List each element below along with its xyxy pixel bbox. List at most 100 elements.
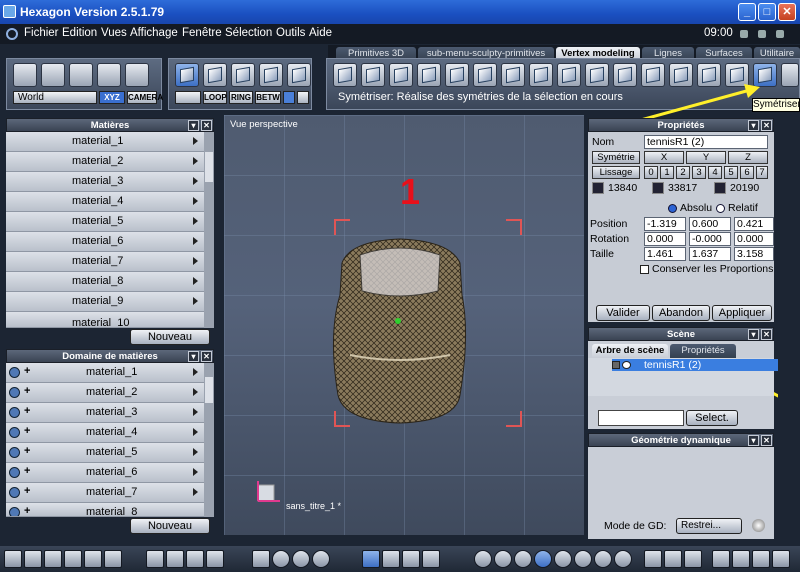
close-icon[interactable]: ✕ [201, 351, 212, 362]
between-button[interactable]: BETW [255, 91, 281, 104]
view-eye-icon[interactable] [312, 550, 330, 568]
split-icon[interactable] [557, 63, 581, 87]
object-mode-icon[interactable] [175, 63, 199, 87]
list-item[interactable]: + material_2 [6, 383, 204, 403]
xyz-button[interactable]: XYZ [99, 91, 125, 104]
sym-y-button[interactable]: Y [686, 151, 726, 164]
viewport-perspective[interactable]: Vue perspective 1 sans_titre_1 * [224, 115, 584, 535]
validate-button[interactable]: Valider [596, 305, 650, 321]
materials-new-button[interactable]: Nouveau [130, 329, 210, 345]
scrollbar[interactable] [204, 132, 214, 328]
zoom-fit-icon[interactable] [252, 550, 270, 568]
list-item[interactable]: + material_8 [6, 503, 204, 517]
tab-scene-tree[interactable]: Arbre de scène [592, 344, 668, 358]
smooth-level-5[interactable]: 5 [724, 166, 738, 179]
settings-icon[interactable] [776, 30, 784, 38]
smooth-level-4[interactable]: 4 [708, 166, 722, 179]
face-mode-icon[interactable] [203, 63, 227, 87]
smoothing-button[interactable]: Lissage [592, 166, 640, 179]
symmetry-button[interactable]: Symétrie [592, 151, 640, 164]
bevel-icon[interactable] [361, 63, 385, 87]
move-icon[interactable] [382, 550, 400, 568]
layout-3-icon[interactable] [44, 550, 62, 568]
rotate-icon[interactable] [402, 550, 420, 568]
cut-icon[interactable] [445, 63, 469, 87]
flat-shade-icon[interactable] [494, 550, 512, 568]
slice-icon[interactable] [473, 63, 497, 87]
keep-proportions-checkbox[interactable] [640, 265, 649, 274]
vertex-mode-icon[interactable] [259, 63, 283, 87]
smooth-level-0[interactable]: 0 [644, 166, 658, 179]
grid-snap-icon[interactable] [752, 550, 770, 568]
menu-fenetre[interactable]: Fenêtre [182, 27, 222, 39]
maximize-button[interactable]: □ [758, 3, 776, 21]
weld-icon[interactable] [501, 63, 525, 87]
select-arrow-icon[interactable] [13, 63, 37, 87]
extrude-icon[interactable] [333, 63, 357, 87]
smooth-shade-icon[interactable] [514, 550, 532, 568]
axis-lock-icon[interactable] [772, 550, 790, 568]
close-icon[interactable]: ✕ [761, 120, 772, 131]
layout-1-icon[interactable] [4, 550, 22, 568]
paint-select-icon[interactable] [69, 63, 93, 87]
list-item[interactable]: material_10 [6, 312, 204, 328]
list-item[interactable]: + material_4 [6, 423, 204, 443]
smooth-level-1[interactable]: 1 [660, 166, 674, 179]
wireframe-icon[interactable] [474, 550, 492, 568]
list-item[interactable]: + material_7 [6, 483, 204, 503]
smooth-level-2[interactable]: 2 [676, 166, 690, 179]
minimize-button[interactable]: _ [738, 3, 756, 21]
eye-icon[interactable] [622, 361, 631, 369]
smooth-icon[interactable] [585, 63, 609, 87]
menu-selection[interactable]: Sélection [225, 27, 272, 39]
ghost-icon[interactable] [125, 63, 149, 87]
layout-2-icon[interactable] [24, 550, 42, 568]
pan-icon[interactable] [292, 550, 310, 568]
menu-edition[interactable]: Edition [62, 27, 97, 39]
name-field[interactable]: tennisR1 (2) [644, 135, 768, 149]
list-item[interactable]: material_5 [6, 212, 204, 232]
world-select[interactable]: World [13, 91, 97, 104]
layout-6-icon[interactable] [104, 550, 122, 568]
shrink-icon[interactable] [297, 91, 309, 104]
rotation-y-field[interactable]: -0.000 [689, 232, 731, 246]
bridge-icon[interactable] [529, 63, 553, 87]
collapse-icon[interactable]: ▾ [748, 329, 759, 340]
layout-4-icon[interactable] [64, 550, 82, 568]
collapse-icon[interactable]: ▾ [188, 351, 199, 362]
rotation-x-field[interactable]: 0.000 [644, 232, 686, 246]
list-item[interactable]: + material_1 [6, 363, 204, 383]
grow-icon[interactable] [283, 91, 295, 104]
close-icon[interactable]: ✕ [201, 120, 212, 131]
collapse-icon[interactable]: ▾ [748, 435, 759, 446]
menu-outils[interactable]: Outils [276, 27, 305, 39]
menu-fichier[interactable]: Fichier [24, 27, 59, 39]
layout-5-icon[interactable] [84, 550, 102, 568]
position-y-field[interactable]: 0.600 [689, 217, 731, 231]
camera-icon[interactable] [166, 550, 184, 568]
smooth-level-7[interactable]: 7 [756, 166, 768, 179]
layout-icon[interactable] [758, 30, 766, 38]
domain-new-button[interactable]: Nouveau [130, 518, 210, 534]
xray-icon[interactable] [594, 550, 612, 568]
list-item[interactable]: material_4 [6, 192, 204, 212]
ring-button[interactable]: RING [229, 91, 253, 104]
magic-select-icon[interactable] [97, 63, 121, 87]
wire-shade-icon[interactable] [534, 550, 552, 568]
environment-icon[interactable] [684, 550, 702, 568]
ruler-icon[interactable] [206, 550, 224, 568]
list-item[interactable]: + material_6 [6, 463, 204, 483]
close-icon[interactable]: ✕ [761, 329, 772, 340]
cancel-button[interactable]: Abandon [652, 305, 710, 321]
list-item[interactable]: + material_3 [6, 403, 204, 423]
loop-button[interactable]: LOOP [203, 91, 227, 104]
lock-icon[interactable] [612, 361, 620, 369]
list-item[interactable]: material_6 [6, 232, 204, 252]
scrollbar[interactable] [204, 363, 214, 517]
smooth-level-3[interactable]: 3 [692, 166, 706, 179]
absolute-radio[interactable] [668, 204, 677, 213]
lasso-icon[interactable] [41, 63, 65, 87]
size-x-field[interactable]: 1.461 [644, 247, 686, 261]
apply-button[interactable]: Appliquer [712, 305, 772, 321]
scale-icon[interactable] [422, 550, 440, 568]
